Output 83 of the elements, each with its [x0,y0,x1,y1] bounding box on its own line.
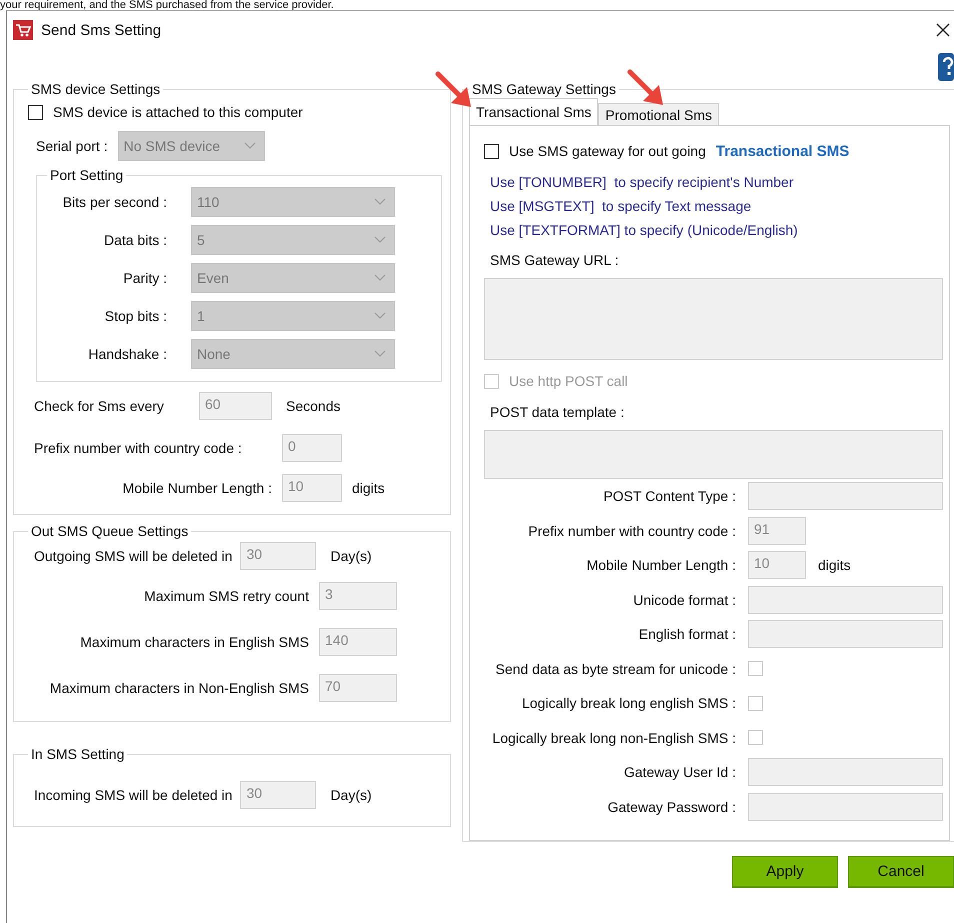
input-field[interactable]: 10 [748,551,806,580]
dropdown[interactable]: 110 [191,187,395,217]
field-label: Data bits : [102,232,167,248]
input-field[interactable]: 91 [748,516,806,545]
chevron-down-icon [374,312,386,320]
field-label: Logically break long english SMS : [520,695,736,712]
template-text-area[interactable] [484,430,943,479]
unit-label: Seconds [286,398,340,414]
field-label: Prefix number with country code : [527,522,736,539]
input-field[interactable]: 140 [319,628,397,656]
help-icon[interactable] [938,53,954,81]
dropdown[interactable]: None [191,339,395,369]
chevron-down-icon [374,198,386,206]
field-label: Handshake : [87,346,167,362]
input-field[interactable]: 0 [282,434,342,462]
serial-port-dropdown[interactable]: No SMS device [118,131,265,161]
dropdown[interactable]: 5 [191,225,395,255]
field-label: POST Content Type : [602,488,736,504]
group-title: In SMS Setting [30,746,126,762]
unit-label: digits [352,480,385,496]
window-title: Send Sms Setting [41,22,162,38]
input-field[interactable] [748,482,943,510]
field-label: Unicode format : [632,592,736,608]
chevron-down-icon [374,350,386,358]
dialog-button[interactable]: Cancel [848,856,954,888]
checkbox[interactable] [28,104,43,120]
input-field[interactable] [748,620,943,648]
checkbox-label: SMS device is attached to this computer [53,104,303,120]
field-label: POST data template : [490,404,626,420]
field-label: Prefix number with country code : [34,440,243,456]
input-field[interactable]: 10 [282,474,342,502]
cart-icon [13,20,33,40]
input-field[interactable] [748,758,943,786]
dropdown[interactable]: 1 [191,301,395,331]
field-label: Maximum characters in English SMS [79,634,309,650]
highlight-label: Transactional SMS [716,142,850,160]
tab[interactable]: Transactional Sms [469,98,598,125]
checkbox-label: Use SMS gateway for out going [509,143,706,159]
field-label: Mobile Number Length : [586,557,736,574]
dropdown[interactable]: Even [191,263,395,293]
input-field[interactable] [748,586,943,614]
unit-label: Day(s) [330,548,372,564]
hint-text: Use [TEXTFORMAT] to specify (Unicode/English) [490,221,799,240]
input-field[interactable]: 30 [240,781,316,809]
field-label: Maximum characters in Non-English SMS [48,680,309,696]
unit-label: Day(s) [330,787,372,803]
hint-text: Use [TONUMBER] to specify recipient's Number [490,173,795,192]
group-title: SMS device Settings [30,81,162,97]
checkbox-label: Use http POST call [509,373,628,389]
field-label: Gateway User Id : [622,764,736,780]
field-label: Serial port : [36,138,108,154]
close-icon[interactable] [936,23,950,37]
url-text-area[interactable] [484,278,943,360]
input-field[interactable]: 3 [319,582,397,610]
group-title: Out SMS Queue Settings [30,523,190,539]
field-label: SMS Gateway URL : [490,252,620,268]
input-field[interactable] [748,792,943,821]
field-label: English format : [638,626,736,642]
field-label: Parity : [122,270,167,286]
input-field[interactable]: 60 [199,392,272,420]
field-label: Mobile Number Length : [122,480,272,496]
chevron-down-icon [244,142,256,150]
tab[interactable]: Promotional Sms [598,103,720,125]
field-label: Bits per second : [62,194,167,210]
field-label: Logically break long non-English SMS : [491,730,736,746]
field-label: Send data as byte stream for unicode : [494,660,736,677]
field-label: Check for Sms every [34,398,165,414]
hint-text: Use [MSGTEXT] to specify Text message [490,197,752,216]
field-label: Incoming SMS will be deleted in [34,787,232,803]
dialog-button[interactable]: Apply [732,856,838,888]
input-field[interactable]: 70 [319,674,397,702]
group-title: Port Setting [49,167,124,183]
input-field[interactable]: 30 [240,542,316,570]
field-label: Maximum SMS retry count [143,588,309,604]
chevron-down-icon [374,274,386,282]
chevron-down-icon [374,236,386,244]
field-label: Gateway Password : [606,798,736,815]
checkbox[interactable] [484,144,499,158]
field-label: Stop bits : [104,308,167,324]
unit-label: digits [818,557,851,574]
field-label: Outgoing SMS will be deleted in [34,548,232,564]
document-text: your requirement, and the SMS purchased from the service provider. [0,0,335,10]
group-title: SMS Gateway Settings [471,81,617,97]
